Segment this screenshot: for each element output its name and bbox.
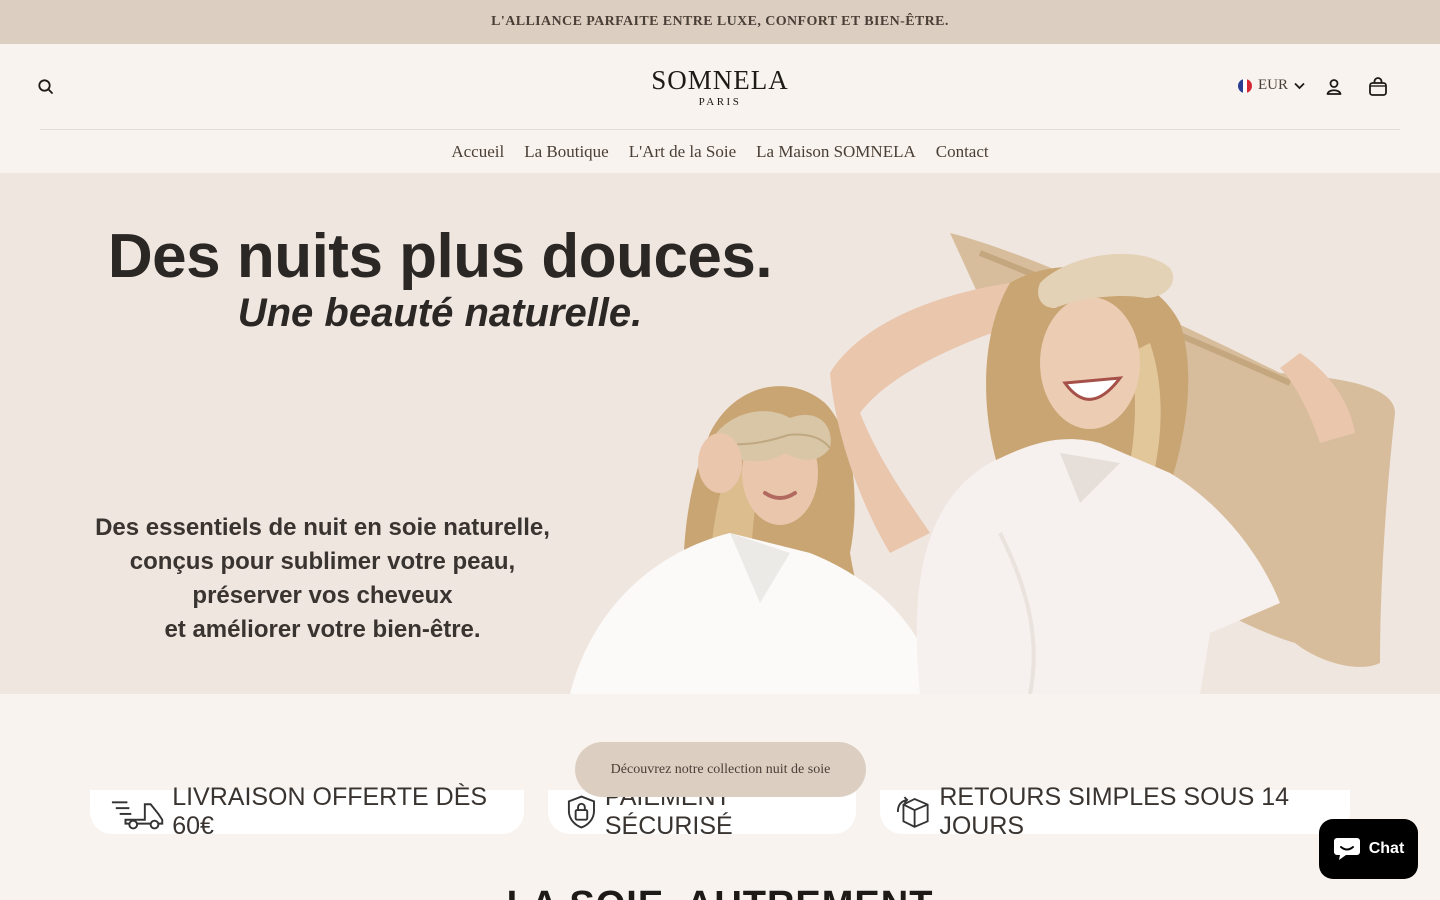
shopping-bag-icon[interactable] (1367, 76, 1389, 98)
chat-button[interactable]: Chat (1319, 819, 1418, 879)
chat-bubble-icon (1333, 838, 1360, 860)
hero-text-line: conçus pour sublimer votre peau, (129, 548, 516, 575)
nav-item-contact[interactable]: Contact (936, 142, 989, 162)
hero-banner[interactable]: Des nuits plus douces. Une beauté nature… (0, 173, 1440, 694)
chevron-down-icon (1294, 82, 1305, 89)
discover-collection-button[interactable]: Découvrez notre collection nuit de soie (575, 742, 866, 797)
search-icon[interactable] (36, 77, 56, 97)
hero-photo (570, 233, 1395, 694)
nav-item-la-boutique[interactable]: La Boutique (524, 142, 609, 162)
france-flag-icon (1238, 78, 1252, 93)
section-heading: LA SOIE, AUTREMENT (0, 884, 1440, 900)
main-navigation: Accueil La Boutique L'Art de la Soie La … (0, 130, 1440, 173)
hero-description: Des essentiels de nuit en soie naturelle… (60, 511, 585, 647)
chat-label: Chat (1368, 840, 1405, 857)
currency-label: EUR (1258, 77, 1288, 93)
logo[interactable]: SOMNELA PARIS (620, 66, 820, 108)
feature-label: LIVRAISON OFFERTE DÈS 60€ (172, 783, 488, 840)
nav-item-accueil[interactable]: Accueil (451, 142, 504, 162)
hero-text-line: Des essentiels de nuit en soie naturelle… (95, 514, 550, 541)
currency-selector[interactable]: EUR (1238, 77, 1305, 94)
nav-item-la-maison[interactable]: La Maison SOMNELA (756, 142, 916, 162)
feature-label: RETOURS SIMPLES SOUS 14 JOURS (939, 783, 1290, 840)
feature-free-shipping: LIVRAISON OFFERTE DÈS 60€ (90, 783, 524, 840)
hero-text-line: et améliorer votre bien-être. (164, 616, 481, 643)
delivery-truck-icon (111, 801, 164, 830)
return-box-icon (896, 796, 929, 828)
nav-item-art-de-la-soie[interactable]: L'Art de la Soie (629, 142, 736, 162)
announcement-bar: L'ALLIANCE PARFAITE ENTRE LUXE, CONFORT … (0, 0, 1440, 44)
announcement-text: L'ALLIANCE PARFAITE ENTRE LUXE, CONFORT … (491, 14, 949, 29)
feature-easy-returns: RETOURS SIMPLES SOUS 14 JOURS (880, 783, 1350, 840)
site-header: SOMNELA PARIS EUR (0, 44, 1440, 130)
logo-subtitle: PARIS (698, 96, 742, 108)
logo-wordmark: SOMNELA (651, 65, 789, 95)
secure-shield-icon (567, 795, 595, 829)
user-icon[interactable] (1324, 77, 1344, 97)
hero-text-line: préserver vos cheveux (192, 582, 453, 609)
